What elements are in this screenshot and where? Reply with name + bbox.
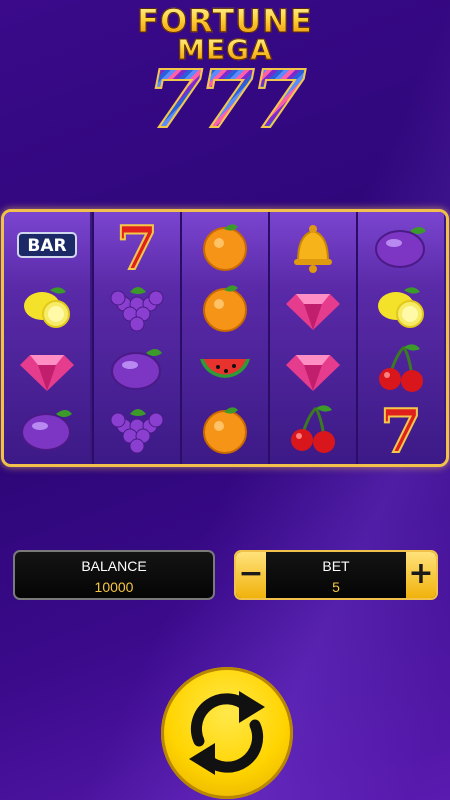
svg-text:7: 7 (116, 217, 158, 273)
bet-increase-button[interactable]: + (406, 552, 436, 598)
symbol-bar-icon: BAR (4, 216, 90, 274)
reel-5: 7 (356, 212, 444, 464)
balance-value: 10000 (94, 579, 134, 595)
symbol-cherries-icon (358, 338, 444, 396)
slot-reels: BAR 7 7 (1, 209, 449, 467)
svg-text:BAR: BAR (27, 236, 66, 256)
balance-label: BALANCE (81, 558, 147, 574)
svg-text:7: 7 (380, 400, 422, 456)
symbol-seven-icon: 7 (358, 399, 444, 457)
symbol-grapes-icon (94, 399, 180, 457)
symbol-plum-icon (94, 338, 180, 396)
game-logo: FORTUNE MEGA 777 (0, 0, 450, 150)
symbol-watermelon-icon (182, 338, 268, 396)
logo-777: 777 (0, 53, 450, 145)
symbol-seven-icon: 7 (94, 216, 180, 274)
reel-1: BAR (4, 212, 90, 464)
symbol-bell-icon (270, 216, 356, 274)
symbol-gem-icon (270, 277, 356, 335)
symbol-gem-icon (270, 338, 356, 396)
symbol-orange-icon (182, 399, 268, 457)
balance-panel: BALANCE 10000 (13, 550, 215, 600)
spin-button[interactable] (161, 667, 293, 799)
symbol-lemon-icon (4, 277, 90, 335)
bet-panel: − BET 5 + (234, 550, 438, 600)
symbol-plum-icon (358, 216, 444, 274)
refresh-icon (189, 691, 265, 775)
reel-3 (180, 212, 268, 464)
symbol-plum-icon (4, 399, 90, 457)
symbol-lemon-icon (358, 277, 444, 335)
symbol-orange-icon (182, 216, 268, 274)
symbol-cherries-icon (270, 399, 356, 457)
reel-4 (268, 212, 356, 464)
symbol-orange-icon (182, 277, 268, 335)
reel-2: 7 (92, 212, 180, 464)
symbol-grapes-icon (94, 277, 180, 335)
symbol-gem-icon (4, 338, 90, 396)
